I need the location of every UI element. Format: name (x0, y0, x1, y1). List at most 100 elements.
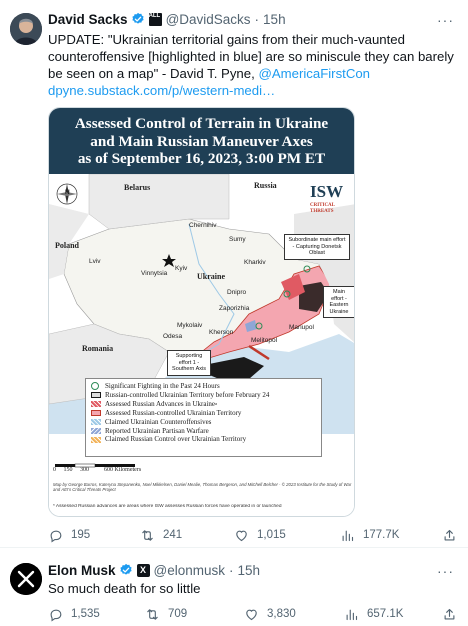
legend-item: Assessed Russian Advances in Ukraine a (91, 400, 316, 409)
author-handle[interactable]: @DavidSacks (166, 12, 251, 27)
callout-main-effort: Main effort - Eastern Ukraine (323, 286, 354, 318)
map-credit: Map by George Barros, Kateryna Stepanenk… (53, 482, 352, 493)
legend-swatch (91, 410, 101, 417)
legend-swatch (91, 382, 99, 391)
callout-supporting-effort: Supporting effort 1 - Southern Axis (167, 350, 211, 376)
map-title-line-2: and Main Russian Maneuver Axes (90, 132, 313, 150)
like-button[interactable]: 1,015 (234, 526, 286, 544)
separator-dot: · (254, 11, 260, 27)
reply-icon (50, 609, 62, 621)
label-vinnytsia: Vinnytsia (141, 270, 168, 277)
tweet-timestamp[interactable]: 15h (238, 563, 261, 578)
legend-item: Claimed Russian Control over Ukrainian T… (91, 435, 316, 444)
label-lviv: Lviv (89, 258, 101, 265)
tweet-david-sacks[interactable]: David Sacks ALL IN @DavidSacks · 15h ···… (0, 0, 468, 548)
view-count: 657.1K (367, 608, 404, 620)
like-button[interactable]: 3,830 (244, 605, 296, 623)
views-chart-icon (346, 609, 358, 620)
reply-count: 1,535 (71, 608, 100, 620)
legend-label: Significant Fighting in the Past 24 Hour… (105, 382, 220, 390)
legend-item: Assessed Russian-controlled Ukrainian Te… (91, 409, 316, 418)
label-poland: Poland (55, 241, 80, 250)
reply-icon (50, 530, 62, 542)
legend-swatch (91, 401, 101, 408)
reply-button[interactable]: 1,535 (48, 605, 100, 623)
legend-swatch (91, 392, 101, 399)
retweet-icon (147, 608, 158, 620)
callout-subordinate-effort: Subordinate main effort - Capturing Done… (284, 234, 350, 260)
label-kyiv: Kyiv (175, 265, 188, 272)
isw-logo: ISW CRITICAL THREATS (310, 182, 352, 226)
retweet-icon (142, 529, 153, 541)
mention-link[interactable]: @AmericaFirstCon (258, 66, 370, 81)
label-ukraine: Ukraine (197, 272, 225, 281)
share-button[interactable] (442, 526, 465, 544)
views-button[interactable]: 657.1K (344, 605, 403, 623)
isw-logo-text: ISW (310, 182, 344, 201)
map-title-line-3: as of September 16, 2023, 3:00 PM ET (77, 150, 326, 167)
author-name[interactable]: David Sacks (48, 12, 128, 27)
label-mariupol: Mariupol (289, 324, 314, 331)
reply-button[interactable]: 195 (48, 526, 90, 544)
tweet-header: Elon Musk X @elonmusk · 15h (48, 561, 260, 579)
share-button[interactable] (442, 605, 465, 623)
label-chernihiv: Chernihiv (189, 222, 217, 229)
label-romania: Romania (82, 344, 114, 353)
ct-logo-line-1: CRITICAL (310, 203, 336, 208)
map-footnote: * Assessed Russian advances are areas wh… (53, 504, 282, 509)
label-russia: Russia (254, 181, 277, 190)
share-icon (444, 529, 455, 540)
views-chart-icon (342, 530, 354, 541)
legend-label: Claimed Russian Control over Ukrainian T… (105, 435, 247, 444)
more-options-icon[interactable]: ··· (437, 563, 454, 579)
label-kherson: Kherson (209, 329, 234, 336)
legend-label: Claimed Ukrainian Counteroffensives (105, 417, 212, 426)
author-name[interactable]: Elon Musk (48, 563, 116, 578)
tweet-timestamp[interactable]: 15h (263, 12, 286, 27)
legend-item: Claimed Ukrainian Counteroffensives (91, 418, 316, 427)
tweet-actions: 195 241 1,015 177.7K (48, 526, 458, 544)
retweet-count: 709 (168, 608, 188, 620)
legend-swatch (91, 427, 101, 434)
legend-swatch (91, 436, 101, 443)
x-affiliation-icon: X (136, 563, 150, 577)
verified-badge-icon (131, 12, 144, 24)
legend-item: Significant Fighting in the Past 24 Hour… (91, 382, 316, 391)
legend-swatch (91, 419, 101, 426)
legend-item: Russian-controlled Ukrainian Territory b… (91, 391, 316, 400)
ct-logo-line-2: THREATS (310, 209, 334, 214)
author-avatar[interactable] (10, 13, 42, 45)
retweet-button[interactable]: 241 (140, 526, 182, 544)
tweet-text: UPDATE: "Ukrainian territorial gains fro… (48, 31, 458, 99)
author-handle[interactable]: @elonmusk (154, 563, 225, 578)
map-area: N Belarus Russia Poland Ukraine Romania … (49, 174, 354, 516)
legend-label: Assessed Russian-controlled Ukrainian Te… (105, 408, 242, 417)
label-mykolaiv: Mykolaiv (177, 322, 203, 329)
tweet-body: UPDATE: "Ukrainian territorial gains fro… (48, 32, 454, 81)
author-avatar[interactable] (10, 563, 42, 595)
label-belarus: Belarus (124, 183, 151, 192)
legend-label: Reported Ukrainian Partisan Warfare (105, 426, 209, 435)
map-title-line-1: Assessed Control of Terrain in Ukraine (74, 115, 329, 132)
legend-item: Reported Ukrainian Partisan Warfare (91, 427, 316, 436)
retweet-button[interactable]: 709 (145, 605, 187, 623)
tweet-actions: 1,535 709 3,830 657.1K (48, 605, 458, 623)
map-image-card[interactable]: Assessed Control of Terrain in Ukraine a… (48, 107, 355, 517)
label-melitopol: Melitopol (251, 337, 278, 344)
more-options-icon[interactable]: ··· (437, 12, 454, 28)
map-legend: Significant Fighting in the Past 24 Hour… (85, 378, 322, 457)
url-link[interactable]: dpyne.substack.com/p/western-medi… (48, 83, 275, 98)
legend-label: Russian-controlled Ukrainian Territory b… (105, 390, 270, 399)
label-odesa: Odesa (163, 333, 183, 340)
retweet-count: 241 (163, 529, 183, 541)
reply-count: 195 (71, 529, 91, 541)
legend-label: Assessed Russian Advances in Ukraine (105, 399, 216, 408)
separator-dot: · (229, 562, 234, 578)
label-sumy: Sumy (229, 236, 246, 243)
views-button[interactable]: 177.7K (340, 526, 399, 544)
legend-superscript: a (215, 400, 218, 406)
tweet-text: So much death for so little (48, 581, 201, 596)
verified-badge-icon (119, 563, 132, 575)
label-zaporizhia: Zaporizhia (219, 305, 250, 312)
tweet-header: David Sacks ALL IN @DavidSacks · 15h (48, 10, 286, 28)
